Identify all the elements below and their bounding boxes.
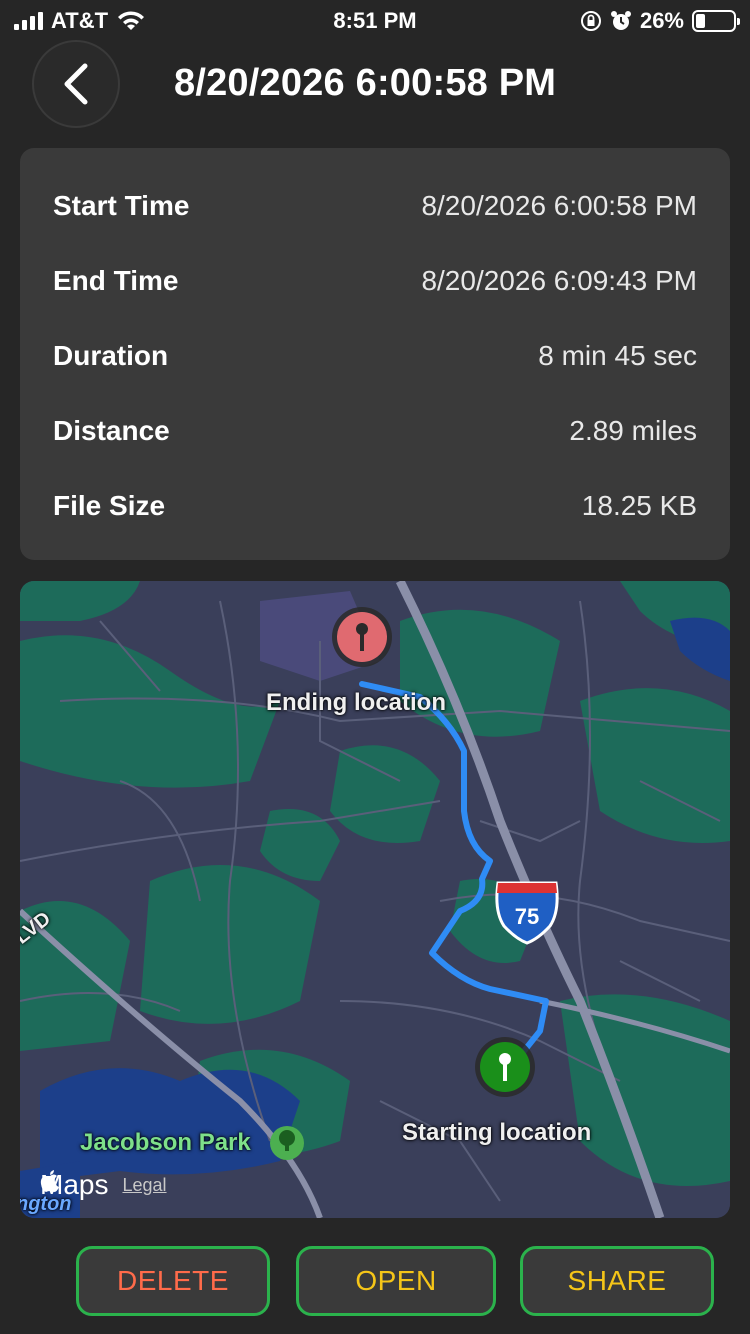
apple-maps-logo: Maps xyxy=(40,1169,108,1201)
legal-link[interactable]: Legal xyxy=(122,1175,166,1196)
detail-value: 18.25 KB xyxy=(581,489,697,521)
detail-row-end-time: End Time 8/20/2026 6:09:43 PM xyxy=(53,243,697,318)
detail-row-start-time: Start Time 8/20/2026 6:00:58 PM xyxy=(53,168,697,243)
page-title: 8/20/2026 6:00:58 PM xyxy=(174,62,557,104)
highway-number: 75 xyxy=(515,904,539,929)
share-button[interactable]: SHARE xyxy=(520,1246,714,1316)
chevron-left-icon xyxy=(64,63,88,105)
recording-details-card: Start Time 8/20/2026 6:00:58 PM End Time… xyxy=(20,148,730,560)
apple-maps-attribution: Maps Legal xyxy=(40,1169,167,1201)
alarm-icon xyxy=(610,11,631,30)
detail-row-file-size: File Size 18.25 KB xyxy=(53,468,697,543)
back-button[interactable] xyxy=(32,40,120,128)
ending-location-pin[interactable] xyxy=(332,607,392,667)
detail-value: 8/20/2026 6:09:43 PM xyxy=(421,264,697,296)
detail-label: File Size xyxy=(53,489,166,521)
starting-location-pin[interactable] xyxy=(475,1037,535,1097)
ending-location-label: Ending location xyxy=(266,689,446,716)
detail-label: End Time xyxy=(53,264,179,296)
starting-location-label: Starting location xyxy=(402,1119,592,1146)
delete-button[interactable]: DELETE xyxy=(76,1246,270,1316)
detail-value: 8/20/2026 6:00:58 PM xyxy=(421,189,697,221)
map-canvas[interactable]: 75 xyxy=(20,581,730,1218)
detail-label: Duration xyxy=(53,339,169,371)
detail-value: 2.89 miles xyxy=(569,414,697,446)
battery-percent: 26% xyxy=(639,8,684,33)
tree-icon xyxy=(270,1126,304,1160)
status-bar: AT&T 8:51 PM 26% xyxy=(0,0,750,40)
orientation-lock-icon xyxy=(580,11,601,31)
detail-row-duration: Duration 8 min 45 sec xyxy=(53,318,697,393)
detail-label: Distance xyxy=(53,414,170,446)
route-map[interactable]: 75 Ending location Starting location Jac… xyxy=(20,581,730,1218)
battery-fill xyxy=(696,14,706,28)
open-button[interactable]: OPEN xyxy=(296,1246,496,1316)
apple-icon xyxy=(40,1170,59,1192)
detail-value: 8 min 45 sec xyxy=(538,339,697,371)
battery-icon xyxy=(692,10,740,32)
detail-row-distance: Distance 2.89 miles xyxy=(53,393,697,468)
status-right: 26% xyxy=(580,8,740,34)
detail-label: Start Time xyxy=(53,189,190,221)
park-label: Jacobson Park xyxy=(80,1129,251,1156)
